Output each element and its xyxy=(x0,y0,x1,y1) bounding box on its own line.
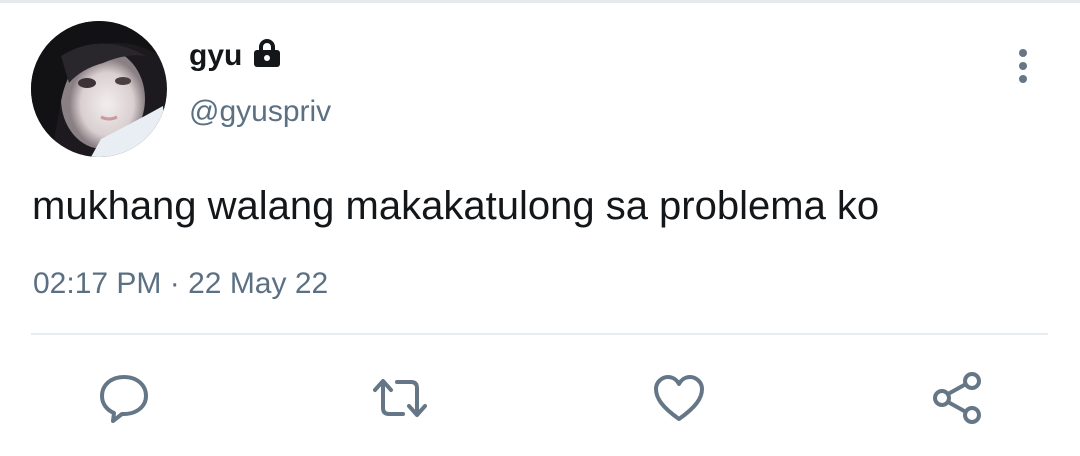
reply-icon xyxy=(100,375,148,423)
tweet-date: 22 May 22 xyxy=(188,267,329,300)
divider xyxy=(31,333,1048,335)
lock-icon xyxy=(254,39,280,67)
retweet-button[interactable] xyxy=(371,370,429,426)
share-button[interactable] xyxy=(928,370,986,426)
more-vertical-icon[interactable] xyxy=(1008,46,1038,86)
reply-button[interactable] xyxy=(95,370,153,426)
tweet-time: 02:17 PM xyxy=(33,267,162,300)
tweet-text: mukhang walang makakatulong sa problema … xyxy=(32,184,880,228)
like-button[interactable] xyxy=(650,370,708,426)
retweet-icon xyxy=(373,379,427,417)
avatar[interactable] xyxy=(31,21,167,157)
heart-icon xyxy=(654,375,704,421)
display-name[interactable]: gyu xyxy=(189,38,242,74)
separator: · xyxy=(169,267,180,300)
top-border xyxy=(0,0,1080,3)
share-icon xyxy=(933,372,981,424)
username[interactable]: @gyuspriv xyxy=(189,94,331,130)
timestamp: 02:17 PM · 22 May 22 xyxy=(33,266,328,302)
